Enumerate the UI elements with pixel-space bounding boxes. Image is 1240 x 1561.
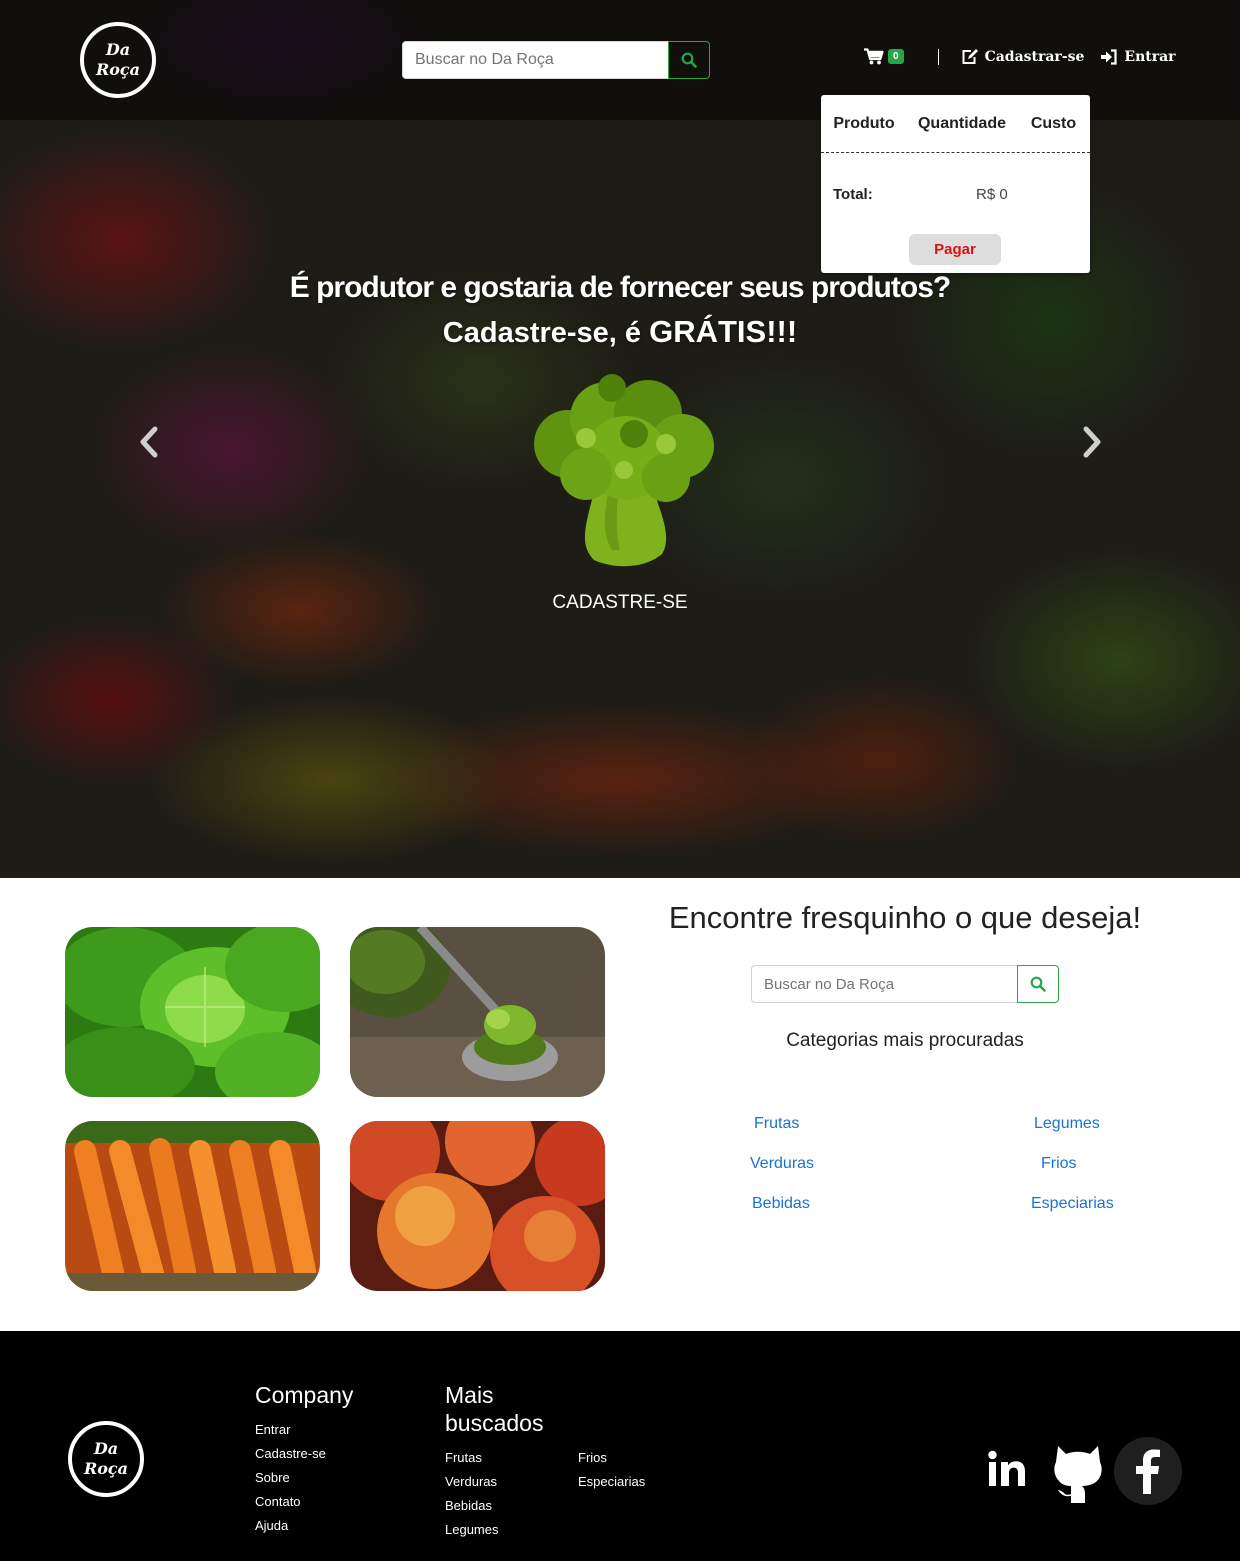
footer-logo[interactable]: Da Roça [68,1421,144,1497]
chevron-right-icon [1083,426,1101,458]
footer-popular-title-line1: Mais [445,1382,494,1408]
hero-banner: Da Roça 0 Cadastrar-s [0,0,1240,878]
sign-in-icon [1101,48,1118,65]
search-icon [681,52,697,68]
github-icon [1054,1446,1102,1503]
search-icon [1030,976,1046,992]
linkedin-link[interactable] [986,1450,1030,1495]
facebook-link[interactable] [1113,1436,1183,1511]
linkedin-icon [988,1450,1025,1486]
footer-link-sobre[interactable]: Sobre [255,1470,290,1485]
footer-popular-bebidas[interactable]: Bebidas [445,1498,492,1513]
cart-total-value: R$ 0 [976,185,1008,203]
main-search-form [751,965,1059,1003]
top-search-button[interactable] [668,41,710,79]
cart-icon [864,48,884,65]
cart-count-badge: 0 [888,49,904,64]
logo-text-line1: Da [105,40,131,59]
nav-actions: 0 Cadastrar-se Entrar [864,48,1176,65]
apples-image[interactable] [350,1121,605,1291]
nav-divider [937,48,939,65]
cart-dropdown: Produto Quantidade Custo Total: R$ 0 Pag… [821,95,1090,273]
find-title: Encontre fresquinho o que deseja! [668,900,1142,935]
footer-company-title: Company [255,1382,354,1408]
brand-logo[interactable]: Da Roça [80,22,156,98]
footer-popular-title: Mais buscados [445,1381,543,1437]
footer-popular-title-line2: buscados [445,1410,544,1436]
footer-link-cadastre-se[interactable]: Cadastre-se [255,1446,326,1461]
cart-total-row: Total: R$ 0 [821,153,1090,235]
footer-popular-frutas[interactable]: Frutas [445,1450,482,1465]
footer-popular-legumes[interactable]: Legumes [445,1522,498,1537]
signup-label: Cadastrar-se [984,48,1085,65]
lettuce-image[interactable] [65,927,320,1097]
hero-line2-bold: GRÁTIS!!! [649,314,798,349]
footer-logo-text-line1: Da [93,1439,119,1458]
top-search-form [402,41,710,79]
github-link[interactable] [1053,1440,1103,1509]
hero-headline: É produtor e gostaria de fornecer seus p… [0,266,1240,355]
cart-button[interactable]: 0 [864,48,904,65]
category-link-especiarias[interactable]: Especiarias [1031,1195,1114,1213]
hero-signup-link[interactable]: CADASTRE-SE [520,592,720,614]
cart-col-quantity: Quantidade [917,114,1006,132]
category-link-bebidas[interactable]: Bebidas [752,1195,810,1213]
footer-popular-especiarias[interactable]: Especiarias [578,1474,645,1489]
pay-button[interactable]: Pagar [909,234,1001,265]
category-link-legumes[interactable]: Legumes [1034,1115,1100,1133]
cart-col-cost: Custo [1030,114,1077,132]
carousel-prev-button[interactable] [134,424,164,460]
carrots-image[interactable] [65,1121,320,1291]
carousel-next-button[interactable] [1077,424,1107,460]
top-search-input[interactable] [402,41,669,79]
facebook-icon [1114,1437,1182,1505]
footer-link-contato[interactable]: Contato [255,1494,301,1509]
hero-line2: Cadastre-se, é GRÁTIS!!! [0,310,1240,355]
category-link-verduras[interactable]: Verduras [750,1155,814,1173]
category-link-frutas[interactable]: Frutas [754,1115,799,1133]
hero-line2-prefix: Cadastre-se, é [442,317,650,349]
footer: Da Roça Company Entrar Cadastre-se Sobre… [0,1331,1240,1561]
categories-title: Categorias mais procuradas [786,1030,1024,1051]
cart-table-header: Produto Quantidade Custo [821,95,1090,153]
signup-link[interactable]: Cadastrar-se [961,48,1085,65]
main-search-button[interactable] [1017,965,1059,1003]
logo-text-line2: Roça [95,60,141,79]
broccoli-image[interactable] [350,927,605,1097]
login-link[interactable]: Entrar [1100,48,1176,65]
main-search-input[interactable] [751,965,1018,1003]
footer-popular-frios[interactable]: Frios [578,1450,607,1465]
footer-link-ajuda[interactable]: Ajuda [255,1518,288,1533]
cart-col-product: Produto [833,114,895,132]
edit-icon [962,48,978,64]
cart-total-label: Total: [833,185,873,203]
broccoli-icon [534,374,714,567]
category-link-frios[interactable]: Frios [1041,1155,1077,1173]
chevron-left-icon [140,426,158,458]
footer-popular-verduras[interactable]: Verduras [445,1474,497,1489]
footer-logo-text-line2: Roça [83,1459,129,1478]
footer-link-entrar[interactable]: Entrar [255,1422,290,1437]
login-label: Entrar [1124,48,1176,65]
